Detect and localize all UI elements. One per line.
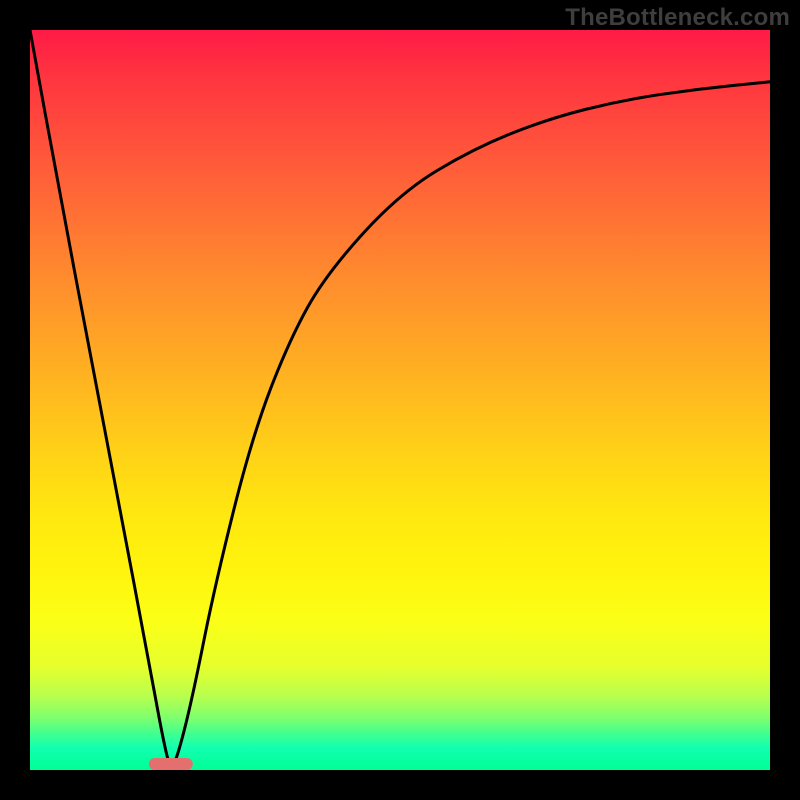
watermark-text: TheBottleneck.com — [565, 4, 790, 32]
curve-path — [30, 30, 770, 765]
chart-stage: TheBottleneck.com — [0, 0, 800, 800]
plot-frame — [30, 30, 770, 770]
optimal-marker — [148, 758, 192, 770]
bottleneck-curve — [30, 30, 770, 770]
